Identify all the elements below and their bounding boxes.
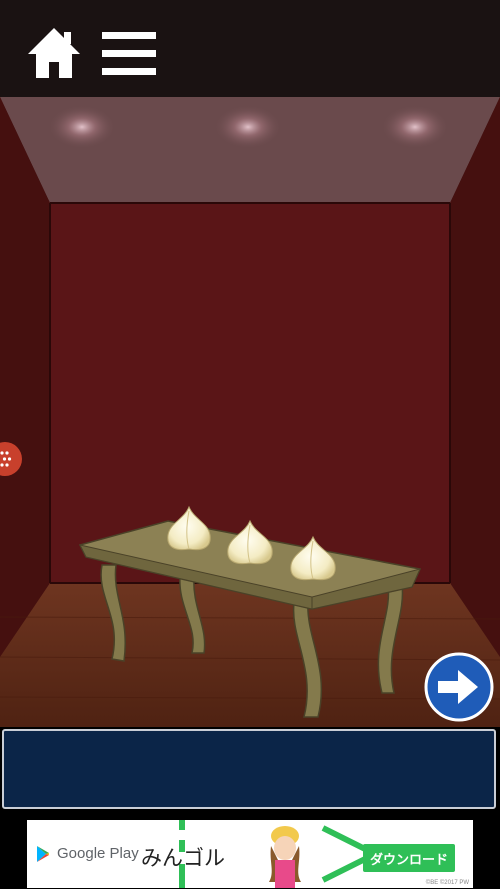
home-button[interactable] [26,26,82,80]
ad-character [269,826,301,888]
top-bar [0,0,500,97]
next-view-button[interactable] [424,652,494,722]
room-scene [0,97,500,727]
ceiling-light [214,105,282,149]
ad-content[interactable]: Google Play みんゴル ダウンロード ©BE ©2017 PW [27,820,473,888]
ad-app-name: みんゴル [141,847,225,870]
ad-banner[interactable]: Google Play みんゴル ダウンロード ©BE ©2017 PW [0,815,500,889]
menu-icon [102,32,156,75]
ad-download-button[interactable]: ダウンロード [363,844,455,872]
arrow-right-icon [424,652,494,722]
google-play-label: Google Play [57,845,139,862]
ceiling-light [381,105,449,149]
google-play-badge[interactable]: Google Play [37,845,139,862]
menu-button[interactable] [102,30,158,78]
message-box [2,729,496,809]
home-icon [28,28,80,78]
side-tab-icon [0,451,12,467]
ceiling-light [48,105,116,149]
game-screen: Google Play みんゴル ダウンロード ©BE ©2017 PW [0,0,500,889]
google-play-icon [37,845,49,862]
ad-copyright: ©BE ©2017 PW [425,880,469,886]
